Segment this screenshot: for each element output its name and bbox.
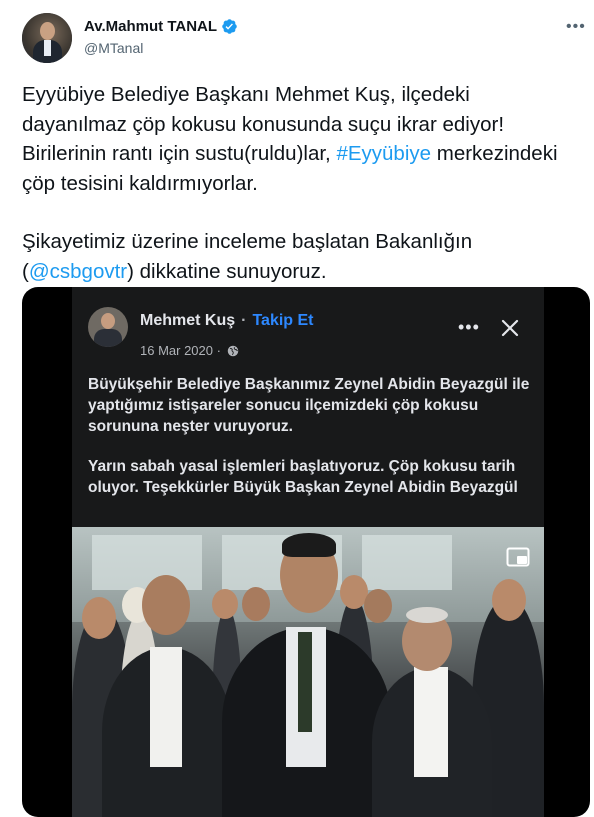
tweet-paragraph-1: Eyyübiye Belediye Başkanı Mehmet Kuş, il… [22,80,574,198]
fb-author-name: Mehmet Kuş [140,312,236,329]
more-options-icon[interactable]: ••• [566,18,586,36]
picture-in-picture-icon [506,547,530,567]
fb-date-row: 16 Mar 2020 · [140,343,239,358]
tweet-paragraph-2: Şikayetimiz üzerine inceleme başlatan Ba… [22,227,574,286]
tweet-media-image[interactable]: Mehmet Kuş · Takip Et 16 Mar 2020 · ••• … [22,287,590,817]
fb-paragraph-1: Büyükşehir Belediye Başkanımız Zeynel Ab… [88,376,530,435]
mention-link[interactable]: @csbgovtr [29,260,127,283]
fb-header: Mehmet Kuş · Takip Et [140,312,314,330]
embedded-facebook-post: Mehmet Kuş · Takip Et 16 Mar 2020 · ••• … [72,287,544,817]
fb-post-date: 16 Mar 2020 · [140,343,221,358]
fb-post-text: Büyükşehir Belediye Başkanımız Zeynel Ab… [88,374,540,498]
fb-video-photo [72,527,544,817]
tweet: Av.Mahmut TANAL @MTanal ••• Eyyübiye Bel… [0,0,594,817]
fb-separator: · [241,312,247,329]
tweet-text-segment: ) dikkatine sunuyoruz. [127,259,327,283]
hashtag-link[interactable]: #Eyyübiye [336,142,431,165]
fb-more-icon: ••• [458,317,480,337]
author-name-row: Av.Mahmut TANAL [84,18,238,35]
close-icon [501,319,519,337]
tweet-text: Eyyübiye Belediye Başkanı Mehmet Kuş, il… [22,80,574,286]
fb-follow-button: Takip Et [252,312,314,329]
author-handle[interactable]: @MTanal [84,40,143,56]
author-name[interactable]: Av.Mahmut TANAL [84,18,217,35]
fb-author-avatar [88,307,128,347]
globe-icon [227,345,239,356]
fb-paragraph-2: Yarın sabah yasal işlemleri başlatıyoruz… [88,458,518,496]
author-avatar[interactable] [22,13,72,63]
verified-badge-icon [222,19,237,34]
